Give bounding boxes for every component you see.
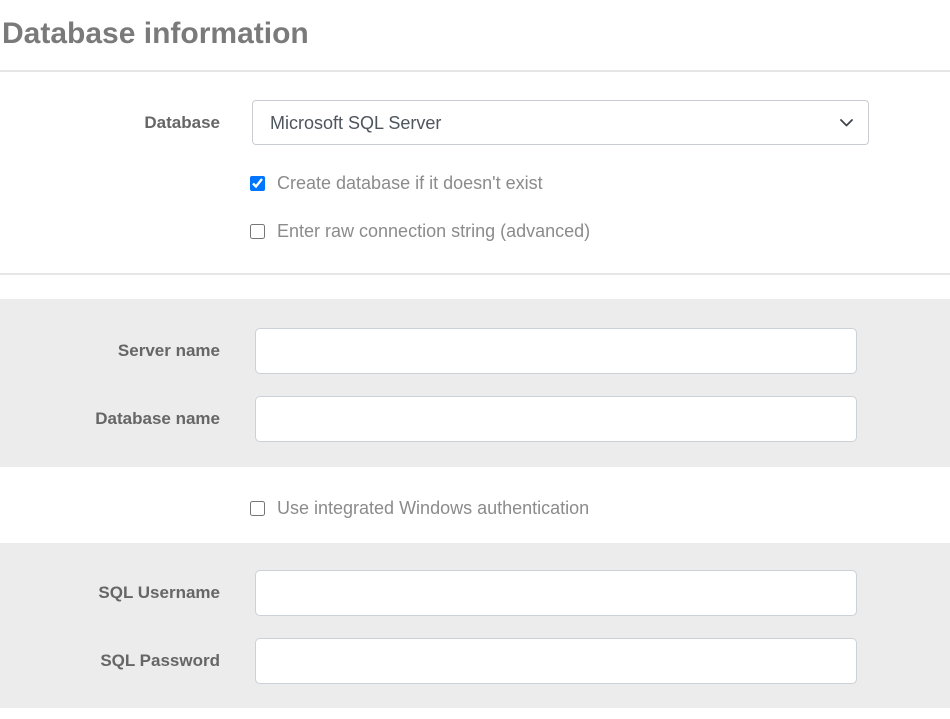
sql-password-input[interactable] bbox=[255, 638, 857, 684]
sql-username-input[interactable] bbox=[255, 570, 857, 616]
database-information-page: Database information Database Microsoft … bbox=[0, 0, 950, 719]
windows-auth-checkbox-label: Use integrated Windows authentication bbox=[277, 497, 589, 519]
raw-connection-checkbox-row[interactable]: Enter raw connection string (advanced) bbox=[250, 220, 590, 242]
raw-connection-checkbox-label: Enter raw connection string (advanced) bbox=[277, 220, 590, 242]
windows-auth-checkbox[interactable] bbox=[250, 501, 265, 516]
server-name-input[interactable] bbox=[255, 328, 857, 374]
server-section: Server name Database name bbox=[0, 299, 950, 467]
database-select-wrap: Microsoft SQL Server bbox=[252, 100, 869, 145]
database-select[interactable]: Microsoft SQL Server bbox=[252, 100, 869, 145]
sql-password-row: SQL Password bbox=[0, 638, 950, 684]
create-db-checkbox[interactable] bbox=[250, 176, 265, 191]
title-divider bbox=[0, 70, 950, 72]
section-divider bbox=[0, 273, 950, 275]
create-db-checkbox-label: Create database if it doesn't exist bbox=[277, 172, 543, 194]
server-name-row: Server name bbox=[0, 328, 950, 374]
database-row: Database Microsoft SQL Server bbox=[0, 100, 950, 145]
database-name-label: Database name bbox=[0, 409, 220, 429]
raw-connection-checkbox[interactable] bbox=[250, 224, 265, 239]
database-name-row: Database name bbox=[0, 396, 950, 442]
create-db-checkbox-row[interactable]: Create database if it doesn't exist bbox=[250, 172, 543, 194]
page-title: Database information bbox=[0, 0, 950, 54]
sql-password-label: SQL Password bbox=[0, 651, 220, 671]
database-name-input[interactable] bbox=[255, 396, 857, 442]
sql-credentials-section: SQL Username SQL Password bbox=[0, 543, 950, 708]
sql-username-row: SQL Username bbox=[0, 570, 950, 616]
sql-username-label: SQL Username bbox=[0, 583, 220, 603]
database-label: Database bbox=[0, 113, 220, 133]
server-name-label: Server name bbox=[0, 341, 220, 361]
windows-auth-checkbox-row[interactable]: Use integrated Windows authentication bbox=[250, 497, 589, 519]
